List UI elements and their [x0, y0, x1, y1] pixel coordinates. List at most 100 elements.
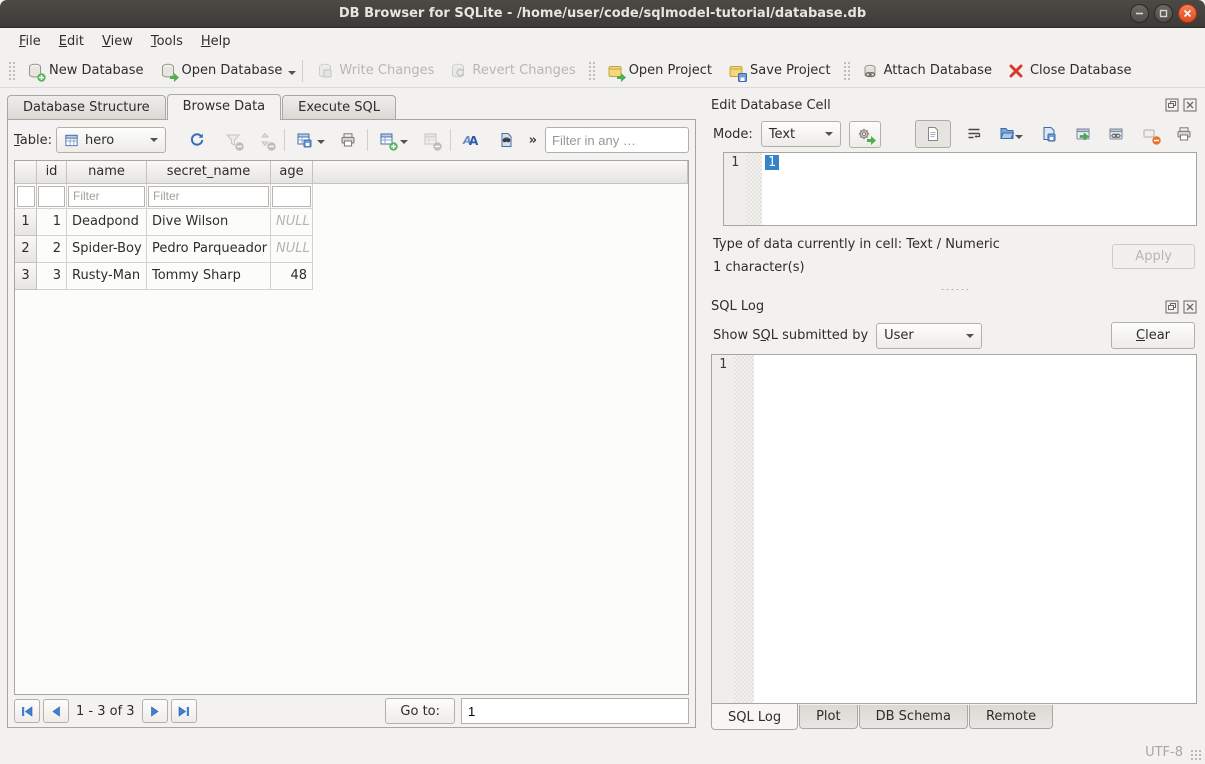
- cell-id[interactable]: 1: [37, 209, 67, 236]
- cell-secret-name[interactable]: Dive Wilson: [147, 209, 271, 236]
- open-project-button[interactable]: Open Project: [599, 59, 720, 83]
- print-table-button[interactable]: [337, 129, 359, 151]
- left-panel: Database Structure Browse Data Execute S…: [0, 88, 703, 740]
- delete-record-icon: [423, 132, 439, 148]
- attach-database-button[interactable]: Attach Database: [854, 59, 1000, 83]
- toolbar-overflow-chevron[interactable]: »: [529, 133, 537, 148]
- toolbar-drag-handle[interactable]: [843, 61, 850, 81]
- word-wrap-button[interactable]: [963, 123, 985, 145]
- cell-id[interactable]: 3: [37, 263, 67, 290]
- save-file-icon: [1041, 126, 1057, 142]
- set-null-button[interactable]: [1139, 123, 1161, 145]
- svg-text:A: A: [469, 134, 478, 148]
- last-record-button[interactable]: [171, 699, 197, 723]
- table-row: 2 2 Spider-Boy Pedro Parqueador NULL: [15, 236, 688, 263]
- close-dock-icon[interactable]: [1183, 300, 1197, 314]
- cell-age[interactable]: NULL: [271, 236, 313, 263]
- edit-cell-icon-row: [915, 120, 1195, 148]
- clear-filter-icon: [225, 132, 241, 148]
- row-number[interactable]: 1: [15, 209, 37, 236]
- new-database-button[interactable]: New Database: [19, 59, 152, 83]
- first-record-button[interactable]: [14, 699, 40, 723]
- open-in-external-button[interactable]: [1072, 123, 1094, 145]
- text-mode-button[interactable]: [915, 120, 951, 148]
- menu-view[interactable]: View: [93, 31, 142, 52]
- menu-help[interactable]: Help: [192, 31, 240, 52]
- row-number[interactable]: 2: [15, 236, 37, 263]
- header-filler: [313, 161, 688, 184]
- cell-name[interactable]: Deadpond: [67, 209, 147, 236]
- toolbar-drag-handle[interactable]: [8, 61, 15, 81]
- cell-age[interactable]: 48: [271, 263, 313, 290]
- previous-record-button[interactable]: [43, 699, 69, 723]
- close-button[interactable]: [1178, 4, 1197, 23]
- tab-plot[interactable]: Plot: [799, 705, 858, 729]
- print-cell-button[interactable]: [1173, 123, 1195, 145]
- tab-execute-sql[interactable]: Execute SQL: [282, 95, 396, 119]
- maximize-button[interactable]: [1154, 4, 1173, 23]
- cell-id[interactable]: 2: [37, 236, 67, 263]
- open-database-icon: [160, 63, 176, 79]
- filter-input-secret-name[interactable]: [148, 186, 269, 207]
- copy-link-button[interactable]: [1105, 123, 1127, 145]
- close-dock-icon[interactable]: [1183, 98, 1197, 112]
- cell-editor[interactable]: 1 1: [723, 152, 1197, 226]
- dock-splitter[interactable]: [711, 284, 1197, 296]
- tab-sql-log[interactable]: SQL Log: [711, 704, 798, 730]
- table-select[interactable]: hero: [56, 127, 166, 153]
- mode-select[interactable]: Text: [761, 121, 841, 147]
- open-database-dropdown-arrow[interactable]: [288, 71, 296, 79]
- sql-source-select[interactable]: User: [876, 323, 982, 349]
- cell-editor-content[interactable]: 1: [762, 153, 1196, 225]
- menu-tools[interactable]: Tools: [142, 31, 192, 52]
- auto-apply-button[interactable]: [849, 121, 881, 148]
- float-dock-icon[interactable]: [1165, 98, 1179, 112]
- save-table-button[interactable]: [293, 129, 315, 151]
- cell-secret-name[interactable]: Pedro Parqueador: [147, 236, 271, 263]
- tab-remote[interactable]: Remote: [969, 705, 1053, 729]
- goto-record-input[interactable]: [461, 698, 689, 724]
- open-database-button[interactable]: Open Database: [152, 59, 291, 83]
- filter-input-age[interactable]: [272, 186, 311, 207]
- filter-input-rownum[interactable]: [17, 186, 35, 207]
- tab-db-schema[interactable]: DB Schema: [859, 705, 968, 729]
- column-header-name[interactable]: name: [67, 161, 147, 184]
- refresh-button[interactable]: [186, 129, 208, 151]
- next-record-button[interactable]: [142, 699, 168, 723]
- tab-database-structure[interactable]: Database Structure: [7, 95, 166, 119]
- cell-secret-name[interactable]: Tommy Sharp: [147, 263, 271, 290]
- filter-any-column-input[interactable]: [545, 127, 689, 153]
- goto-button[interactable]: Go to:: [385, 698, 455, 724]
- edit-display-format-button[interactable]: AA: [459, 129, 481, 151]
- save-table-dropdown-arrow[interactable]: [317, 140, 325, 148]
- sql-log-editor[interactable]: 1: [711, 354, 1197, 705]
- toolbar-drag-handle[interactable]: [588, 61, 595, 81]
- export-data-button[interactable]: [1038, 123, 1060, 145]
- filter-input-name[interactable]: [68, 186, 145, 207]
- insert-record-button[interactable]: [376, 129, 398, 151]
- close-database-button[interactable]: Close Database: [1000, 59, 1140, 83]
- filter-cell-age: [271, 184, 313, 209]
- column-header-id[interactable]: id: [37, 161, 67, 184]
- menu-file[interactable]: File: [10, 31, 50, 52]
- cell-name[interactable]: Rusty-Man: [67, 263, 147, 290]
- row-number[interactable]: 3: [15, 263, 37, 290]
- cell-name[interactable]: Spider-Boy: [67, 236, 147, 263]
- sql-log-content[interactable]: [754, 355, 1196, 704]
- save-project-button[interactable]: Save Project: [720, 59, 839, 83]
- column-header-age[interactable]: age: [271, 161, 313, 184]
- insert-record-dropdown-arrow[interactable]: [400, 140, 408, 148]
- word-wrap-icon: [966, 126, 982, 142]
- tab-browse-data[interactable]: Browse Data: [167, 94, 282, 120]
- grid-header-row: id name secret_name age: [15, 161, 688, 184]
- import-data-button[interactable]: [996, 122, 1026, 146]
- find-in-table-button[interactable]: [495, 129, 517, 151]
- minimize-button[interactable]: [1130, 4, 1149, 23]
- float-dock-icon[interactable]: [1165, 300, 1179, 314]
- resize-grip[interactable]: [1190, 749, 1202, 761]
- menu-edit[interactable]: Edit: [50, 31, 93, 52]
- cell-age[interactable]: NULL: [271, 209, 313, 236]
- filter-input-id[interactable]: [38, 186, 65, 207]
- column-header-secret-name[interactable]: secret_name: [147, 161, 271, 184]
- clear-log-button[interactable]: Clear: [1111, 322, 1195, 349]
